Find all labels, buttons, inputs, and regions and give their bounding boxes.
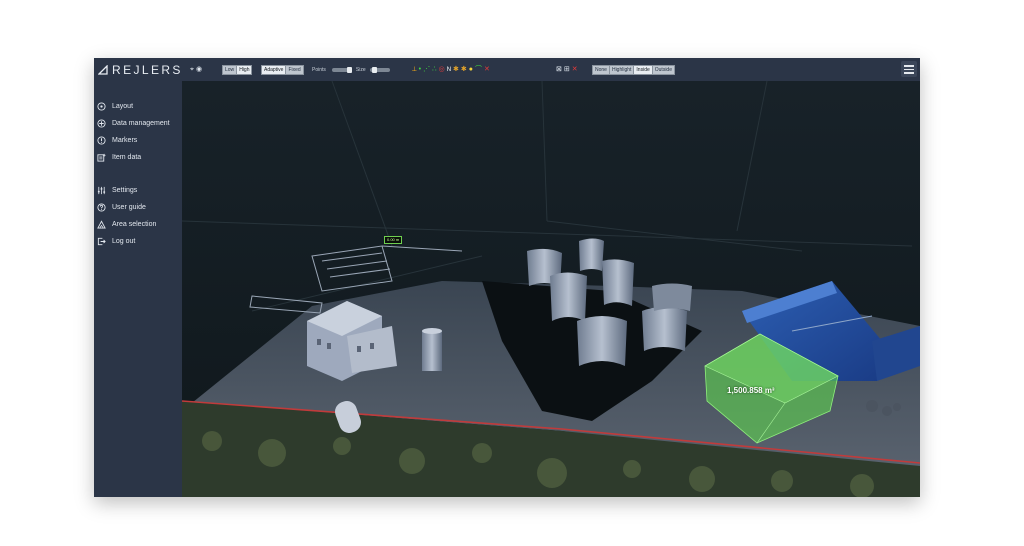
layout-icon [97,101,106,111]
sliders-icon [97,186,106,194]
clip-mode-toggle: None Highlight Inside Outside [592,58,675,81]
axis-icon[interactable]: ⟂ [412,66,417,74]
distance-icon[interactable]: ⋰ [423,66,430,74]
clip-highlight-button[interactable]: Highlight [608,64,635,75]
quality-low-button[interactable]: Low [222,64,238,75]
sidebar-item-settings[interactable]: Settings [97,184,137,196]
points-control: Points Size [312,58,390,81]
help-icon [97,202,106,212]
brand-logo: REJLERS [98,61,183,78]
quality-toggle: Low High [222,58,253,81]
circle-icon[interactable]: ◎ [439,66,445,74]
clip-tools: ⊠ ⊞ ✕ [556,58,580,81]
mode-fixed-button[interactable]: Fixed [285,64,304,75]
volume-icon[interactable]: ✱ [461,66,467,74]
point-icon[interactable]: • [419,66,421,74]
clip-box-icon[interactable]: ⊠ [556,66,562,74]
brand-name: REJLERS [112,62,183,77]
points-label: Points [312,66,326,73]
clip-polygon-icon[interactable]: ⊞ [564,66,570,74]
tank-small [422,331,442,371]
sidebar-item-layout[interactable]: Layout [97,100,133,112]
profile-icon[interactable]: ⌒ [475,66,482,74]
points-slider[interactable] [331,66,352,73]
app-window: REJLERS ⌖ ◉ Low High Adaptive Fixed Poin… [94,58,920,497]
sidebar-item-label: Area selection [112,220,157,228]
sidebar-item-label: Layout [112,102,134,110]
sidebar-item-label: Settings [112,186,138,194]
area-icon[interactable]: ✱ [453,66,459,74]
point-cloud-scene [182,81,920,497]
mode-adaptive-button[interactable]: Adaptive [261,64,287,75]
sidebar-item-label: User guide [112,203,146,211]
orbit-icon[interactable]: ⌖ [190,66,194,74]
item-data-icon [97,153,106,162]
marker-icon [97,135,106,145]
sidebar-item-label: Data management [112,119,170,127]
logout-icon [97,237,106,245]
sidebar-item-label: Log out [112,237,136,245]
sidebar-item-label: Item data [112,153,142,161]
size-slider[interactable] [369,66,390,73]
eye-icon[interactable]: ◉ [196,66,202,74]
area-selection-icon [97,219,106,229]
sidebar: Layout Data management Markers Item data… [94,81,182,497]
size-label: Size [355,66,366,73]
sidebar-item-user-guide[interactable]: User guide [97,201,146,213]
measurement-tools: ⟂ • ⋰ ∴ ◎ N ✱ ✱ ● ⌒ ✕ [412,58,492,81]
plus-circle-icon [97,118,106,128]
clip-none-button[interactable]: None [592,64,610,75]
top-toolbar: REJLERS ⌖ ◉ Low High Adaptive Fixed Poin… [94,58,920,81]
hamburger-icon [904,65,914,67]
menu-button[interactable] [901,61,917,77]
north-icon[interactable]: N [447,66,451,74]
rejlers-logo-icon [98,64,108,75]
clip-outside-button[interactable]: Outside [651,64,675,75]
sidebar-item-item-data[interactable]: Item data [97,151,141,163]
sidebar-item-area-selection[interactable]: Area selection [97,218,156,230]
clip-inside-button[interactable]: Inside [633,64,653,75]
navigation-icons: ⌖ ◉ [190,58,204,81]
remove-clip-icon[interactable]: ✕ [572,66,578,74]
angle-icon[interactable]: ∴ [432,66,436,74]
sidebar-item-markers[interactable]: Markers [97,134,137,146]
sidebar-item-label: Markers [112,136,138,144]
sidebar-item-log-out[interactable]: Log out [97,235,135,247]
distance-measure-label[interactable]: 0.00 m [384,236,403,244]
remove-measurements-icon[interactable]: ✕ [484,66,490,74]
sidebar-item-data-management[interactable]: Data management [97,117,170,129]
mode-toggle: Adaptive Fixed [261,58,304,81]
point-cloud-viewer[interactable]: 0.00 m 1,500.858 m³ [182,81,920,497]
volume-measure-label[interactable]: 1,500.858 m³ [727,386,775,395]
sphere-icon[interactable]: ● [469,66,473,74]
quality-high-button[interactable]: High [236,64,253,75]
